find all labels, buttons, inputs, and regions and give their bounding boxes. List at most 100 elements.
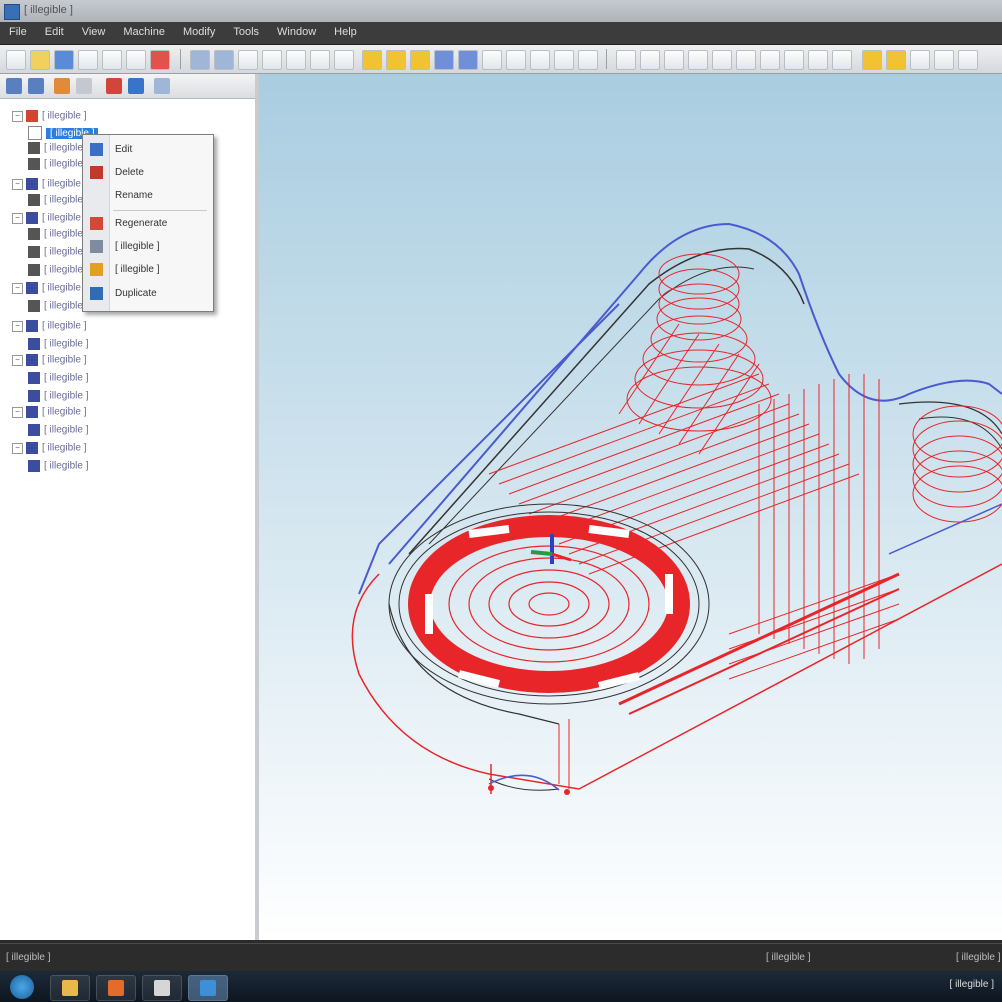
tree-item[interactable]: −[ illegible ] xyxy=(12,354,86,370)
print-icon[interactable] xyxy=(78,50,98,70)
taskbar-explorer[interactable] xyxy=(142,975,182,1001)
undo-icon[interactable] xyxy=(102,50,122,70)
new-icon[interactable] xyxy=(6,50,26,70)
menu-window[interactable]: Window xyxy=(268,22,325,44)
start-icon[interactable] xyxy=(10,975,34,999)
attribute-icon[interactable] xyxy=(554,50,574,70)
manager-toolbar xyxy=(0,74,255,99)
status-right: [ illegible ] xyxy=(766,952,811,963)
graphics-viewport[interactable] xyxy=(259,74,1002,940)
group-icon xyxy=(26,406,38,418)
select-icon[interactable] xyxy=(28,78,44,94)
post-icon[interactable] xyxy=(886,50,906,70)
backplot-icon[interactable] xyxy=(862,50,882,70)
spline-icon[interactable] xyxy=(664,50,684,70)
paste-icon[interactable] xyxy=(238,50,258,70)
menu-item-edit[interactable]: Edit xyxy=(83,139,213,161)
op-icon xyxy=(28,300,40,312)
edit-icon xyxy=(90,143,103,156)
view-iso-icon[interactable] xyxy=(334,50,354,70)
op-icon xyxy=(28,142,40,154)
tree-item[interactable]: [ illegible ] xyxy=(28,390,88,406)
redo-icon[interactable] xyxy=(126,50,146,70)
surface-icon[interactable] xyxy=(688,50,708,70)
menu-item-duplicate[interactable]: Duplicate xyxy=(83,283,213,305)
copy-icon[interactable] xyxy=(214,50,234,70)
tree-item[interactable]: −[ illegible ] xyxy=(12,406,86,422)
taskbar-media[interactable] xyxy=(96,975,136,1001)
toolpath-view xyxy=(351,222,1002,795)
op-icon xyxy=(28,158,40,170)
tree-item[interactable]: −[ illegible ] xyxy=(12,110,86,126)
tree-item[interactable]: −[ illegible ] xyxy=(12,320,86,336)
menu-machine[interactable]: Machine xyxy=(114,22,174,44)
shade-icon[interactable] xyxy=(362,50,382,70)
analyze-icon[interactable] xyxy=(578,50,598,70)
arc-icon[interactable] xyxy=(640,50,660,70)
tree-item[interactable]: [ illegible ] xyxy=(28,460,88,476)
pan-icon[interactable] xyxy=(482,50,502,70)
view-front-icon[interactable] xyxy=(286,50,306,70)
menu-item-dirty[interactable]: [ illegible ] xyxy=(83,236,213,258)
dimension-icon[interactable] xyxy=(784,50,804,70)
xform-icon[interactable] xyxy=(760,50,780,70)
verify-icon[interactable] xyxy=(832,50,852,70)
save-icon[interactable] xyxy=(54,50,74,70)
menu-help[interactable]: Help xyxy=(325,22,366,44)
tree-item[interactable]: [ illegible ] xyxy=(28,142,88,158)
tree-item[interactable]: −[ illegible ] xyxy=(12,178,86,194)
more-icon[interactable] xyxy=(958,50,978,70)
menu-file[interactable]: File xyxy=(0,22,36,44)
menu-item-toolpath[interactable]: [ illegible ] xyxy=(83,259,213,281)
open-icon[interactable] xyxy=(30,50,50,70)
tree-item[interactable]: [ illegible ] xyxy=(28,338,88,354)
delete-icon[interactable] xyxy=(150,50,170,70)
fit-icon[interactable] xyxy=(434,50,454,70)
regen-icon xyxy=(90,217,103,230)
op-icon xyxy=(28,126,42,140)
simulate-icon[interactable] xyxy=(128,78,144,94)
status-corner: [ illegible ] xyxy=(956,952,1001,963)
menu-tools[interactable]: Tools xyxy=(224,22,268,44)
tree-item[interactable]: [ illegible ] xyxy=(28,246,88,262)
menu-item-rename[interactable]: Rename xyxy=(83,185,213,207)
options-icon[interactable] xyxy=(934,50,954,70)
verify-icon[interactable] xyxy=(106,78,122,94)
menu-edit[interactable]: Edit xyxy=(36,22,73,44)
op-icon xyxy=(28,338,40,350)
tree-item[interactable]: [ illegible ] xyxy=(28,264,88,280)
line-icon[interactable] xyxy=(616,50,636,70)
wireframe-icon[interactable] xyxy=(386,50,406,70)
menu-item-delete[interactable]: Delete xyxy=(83,162,213,184)
toolpath-icon[interactable] xyxy=(808,50,828,70)
zoom-icon[interactable] xyxy=(410,50,430,70)
solid-icon[interactable] xyxy=(712,50,732,70)
tree-item[interactable]: −[ illegible ] xyxy=(12,282,86,298)
select-all-icon[interactable] xyxy=(6,78,22,94)
setup-icon[interactable] xyxy=(910,50,930,70)
tree-item[interactable]: [ illegible ] xyxy=(28,372,88,388)
dirty-icon[interactable] xyxy=(76,78,92,94)
view-side-icon[interactable] xyxy=(310,50,330,70)
menu-modify[interactable]: Modify xyxy=(174,22,224,44)
post-icon[interactable] xyxy=(154,78,170,94)
tree-item[interactable]: [ illegible ] xyxy=(28,228,88,244)
menu-view[interactable]: View xyxy=(73,22,115,44)
menu-item-regenerate[interactable]: Regenerate xyxy=(83,213,213,235)
taskbar-folder[interactable] xyxy=(50,975,90,1001)
tree-item[interactable]: [ illegible ] xyxy=(28,194,88,210)
plane-icon[interactable] xyxy=(506,50,526,70)
tree-item[interactable]: [ illegible ] xyxy=(28,158,88,174)
level-icon[interactable] xyxy=(530,50,550,70)
tree-item[interactable]: [ illegible ] xyxy=(28,300,88,316)
regen-icon[interactable] xyxy=(54,78,70,94)
taskbar-cam-app[interactable] xyxy=(188,975,228,1001)
view-top-icon[interactable] xyxy=(262,50,282,70)
trim-icon[interactable] xyxy=(736,50,756,70)
tree-item[interactable]: −[ illegible ] xyxy=(12,442,86,458)
cut-icon[interactable] xyxy=(190,50,210,70)
rotate-icon[interactable] xyxy=(458,50,478,70)
tree-item[interactable]: [ illegible ] xyxy=(28,424,88,440)
tree-item[interactable]: −[ illegible ] xyxy=(12,212,86,228)
taskbar: [ illegible ] xyxy=(0,971,1002,1002)
